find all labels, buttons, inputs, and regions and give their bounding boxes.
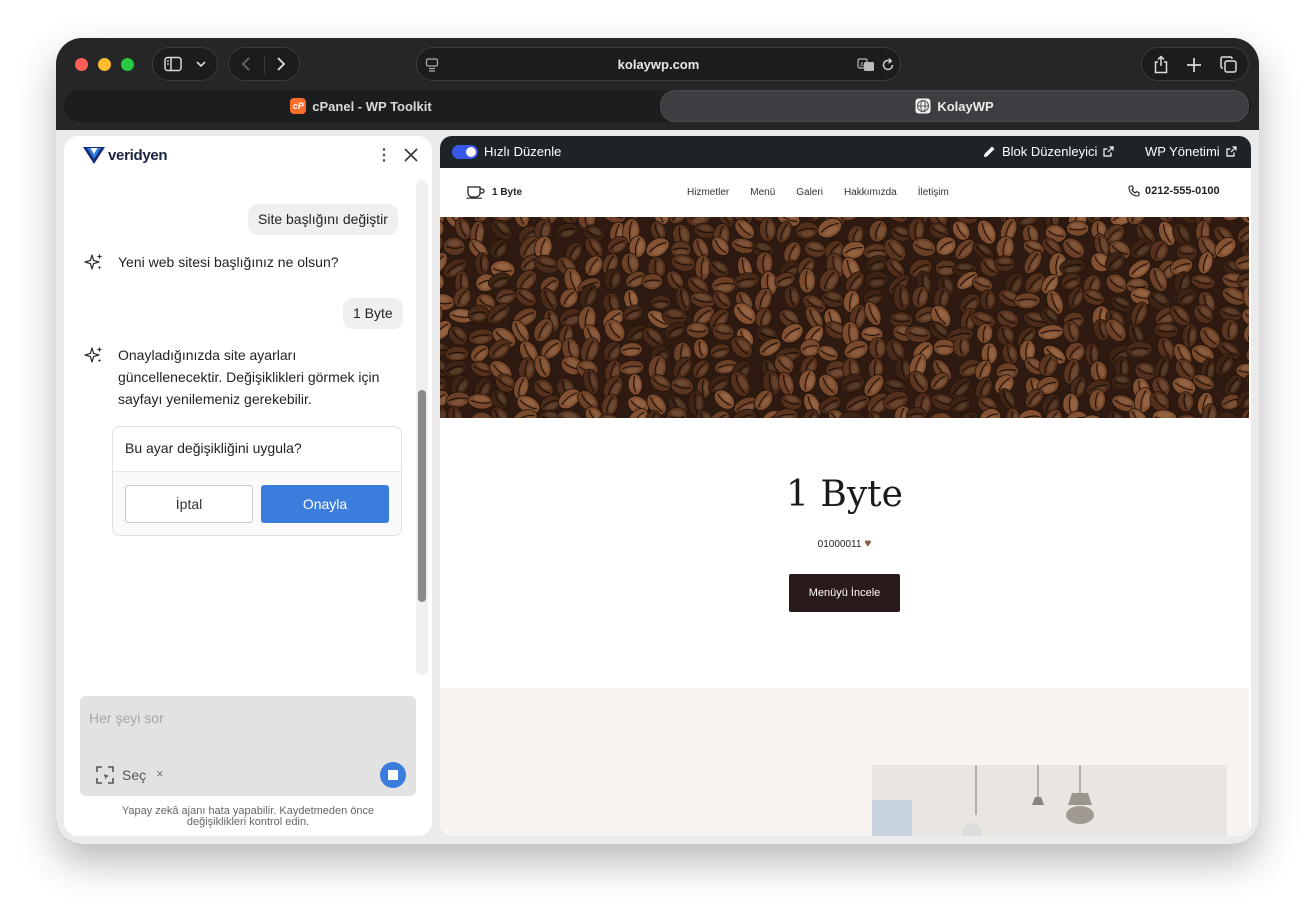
ai-chat-panel: veridyen ⋮ Site başlığını değiştir Yeni … — [64, 136, 432, 836]
lower-section — [440, 688, 1249, 836]
heart-icon: ♥ — [864, 536, 872, 550]
chat-scrollbar-thumb[interactable] — [418, 390, 426, 602]
navigation-buttons — [228, 47, 300, 81]
site-menu: Hizmetler Menü Galeri Hakkımızda İletişi… — [687, 187, 949, 198]
phone-link[interactable]: 0212-555-0100 — [1128, 185, 1220, 197]
site-preview: Hızlı Düzenle Blok Düzenleyici WP Yöneti… — [440, 136, 1251, 836]
stop-generation-button[interactable] — [380, 762, 406, 788]
tab-label: cPanel - WP Toolkit — [312, 98, 432, 114]
forward-icon[interactable] — [275, 56, 287, 72]
quick-edit-label[interactable]: Hızlı Düzenle — [484, 144, 561, 159]
menu-item-gallery[interactable]: Galeri — [796, 187, 823, 198]
block-editor-label: Blok Düzenleyici — [1002, 144, 1098, 159]
assistant-text: Yeni web sitesi başlığınız ne olsun? — [118, 254, 339, 270]
sparkle-icon — [84, 346, 103, 363]
back-icon[interactable] — [240, 56, 252, 72]
sparkle-icon — [84, 253, 103, 270]
assistant-message: Onayladığınızda site ayarları güncellene… — [84, 344, 404, 410]
share-icon[interactable] — [1153, 55, 1169, 74]
stop-icon — [388, 770, 398, 780]
menu-item-services[interactable]: Hizmetler — [687, 187, 729, 198]
brand-logo: veridyen — [82, 145, 168, 165]
site-tagline: 01000011 ♥ — [440, 536, 1249, 550]
menu-item-contact[interactable]: İletişim — [918, 187, 949, 198]
globe-icon — [915, 98, 931, 114]
edit-toolbar: Hızlı Düzenle Blok Düzenleyici WP Yöneti… — [440, 136, 1251, 168]
cancel-button[interactable]: İptal — [125, 485, 253, 523]
tab-bar: cP cPanel - WP Toolkit KolayWP — [64, 90, 1251, 122]
pencil-icon — [984, 146, 995, 157]
external-link-icon — [1103, 146, 1114, 157]
block-editor-link[interactable]: Blok Düzenleyici — [983, 144, 1114, 159]
more-options-icon[interactable]: ⋮ — [376, 147, 392, 165]
site-title: 1 Byte — [786, 474, 903, 515]
content-area: veridyen ⋮ Site başlığını değiştir Yeni … — [56, 130, 1259, 844]
close-icon[interactable] — [402, 146, 420, 164]
phone-number: 0212-555-0100 — [1145, 185, 1220, 197]
hero-image-coffee-beans — [440, 217, 1249, 418]
phone-icon — [1128, 185, 1140, 197]
site-logo[interactable]: 1 Byte — [466, 185, 522, 199]
view-menu-button[interactable]: Menüyü İncele — [789, 574, 900, 612]
external-link-icon — [1226, 146, 1237, 157]
user-message: Site başlığını değiştir — [248, 204, 398, 235]
veridyen-logo-icon — [83, 147, 105, 164]
new-tab-icon[interactable] — [1186, 57, 1202, 73]
close-window-button[interactable] — [75, 58, 88, 71]
quick-edit-toggle[interactable] — [452, 145, 478, 159]
sidebar-icon — [164, 56, 182, 72]
browser-window: kolaywp.com A cP cPanel - WP Toolkit Kol… — [56, 38, 1259, 844]
sidebar-toggle-button[interactable] — [152, 47, 218, 81]
menu-item-about[interactable]: Hakkımızda — [844, 187, 897, 198]
assistant-message: Yeni web sitesi başlığınız ne olsun? — [84, 251, 339, 273]
tab-kolaywp[interactable]: KolayWP — [660, 90, 1249, 122]
cpanel-icon: cP — [290, 98, 307, 114]
coffee-cup-icon — [466, 186, 485, 199]
brand-name: veridyen — [108, 146, 168, 164]
tab-cpanel[interactable]: cP cPanel - WP Toolkit — [64, 90, 658, 122]
chevron-down-icon[interactable] — [196, 60, 206, 68]
chat-input-box: Seç × — [80, 696, 416, 796]
site-logo-text: 1 Byte — [492, 186, 523, 198]
zoom-window-button[interactable] — [121, 58, 134, 71]
select-element-button[interactable]: Seç — [96, 766, 146, 784]
user-message: 1 Byte — [343, 298, 403, 329]
chat-input[interactable] — [80, 696, 416, 740]
select-label: Seç — [122, 767, 147, 783]
wp-manage-label: WP Yönetimi — [1145, 144, 1220, 159]
tab-overview-icon[interactable] — [1220, 56, 1238, 74]
reload-icon[interactable] — [881, 57, 895, 73]
url-text[interactable]: kolaywp.com — [417, 57, 900, 72]
disclaimer-text: Yapay zekâ ajanı hata yapabilir. Kaydetm… — [121, 805, 375, 828]
select-frame-icon — [96, 766, 114, 784]
tab-label: KolayWP — [937, 98, 994, 114]
toolbar-actions — [1141, 47, 1249, 81]
clear-selection-icon[interactable]: × — [156, 766, 164, 781]
wp-manage-link[interactable]: WP Yönetimi — [1145, 144, 1237, 159]
minimize-window-button[interactable] — [98, 58, 111, 71]
chat-header: veridyen ⋮ — [64, 136, 432, 176]
assistant-text: Onayladığınızda site ayarları güncellene… — [118, 347, 380, 407]
translate-icon[interactable]: A — [857, 58, 875, 72]
confirmation-question: Bu ayar değişikliğini uygula? — [113, 427, 401, 472]
tagline-text: 01000011 — [817, 539, 862, 550]
menu-item-menu[interactable]: Menü — [750, 187, 775, 198]
site-header: 1 Byte Hizmetler Menü Galeri Hakkımızda … — [440, 168, 1251, 217]
confirm-button[interactable]: Onayla — [261, 485, 389, 523]
address-bar[interactable]: kolaywp.com A — [416, 47, 901, 81]
cafe-interior-image — [872, 765, 1227, 836]
confirmation-card: Bu ayar değişikliğini uygula? İptal Onay… — [112, 426, 402, 536]
